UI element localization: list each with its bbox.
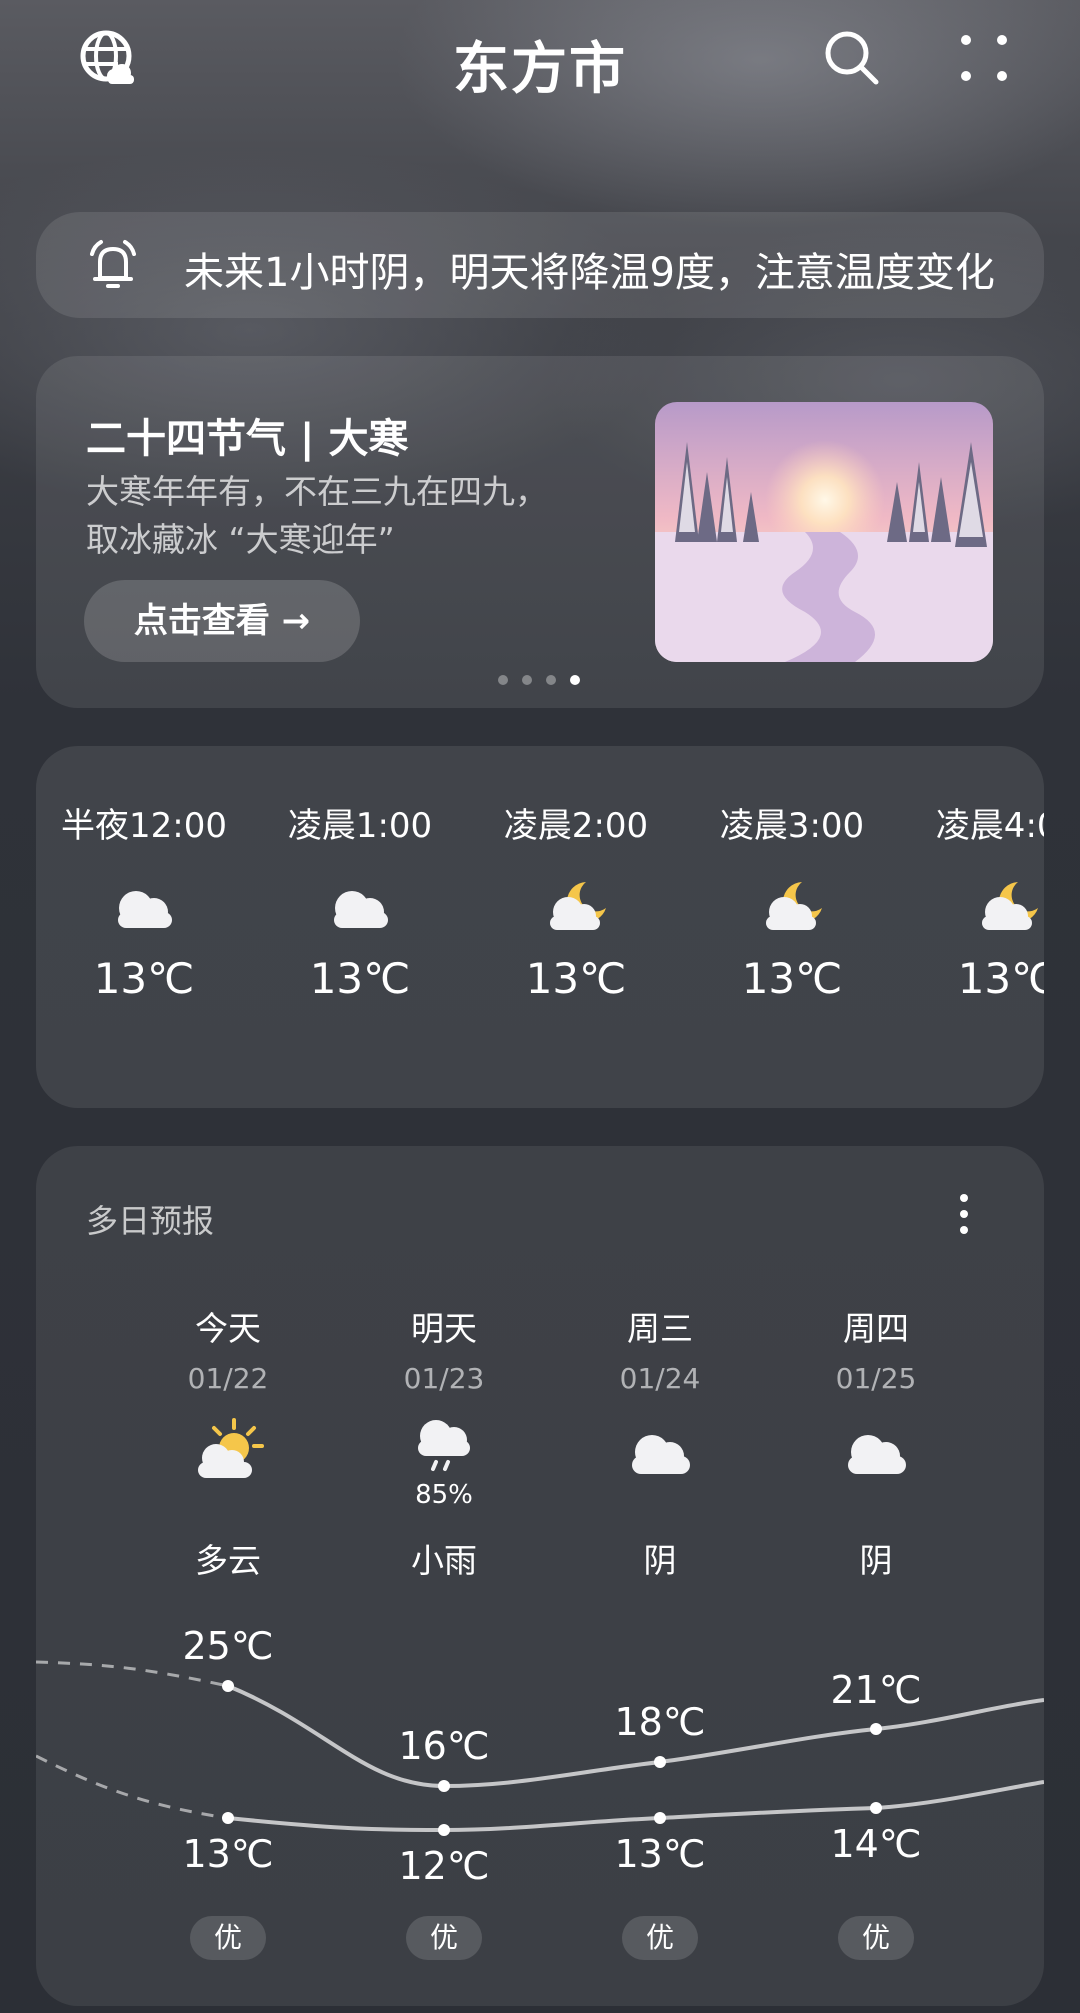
aqi-badge: 优: [838, 1916, 914, 1960]
moon-cloud-icon: [550, 882, 606, 930]
hour-time: 凌晨4:00: [935, 806, 1044, 846]
low-temp-label: 12℃: [398, 1844, 490, 1888]
high-temp-label: 21℃: [830, 1668, 922, 1712]
carousel-dot[interactable]: [498, 675, 508, 685]
high-temp-label: 25℃: [182, 1624, 274, 1668]
view-details-button[interactable]: 点击查看 →: [84, 580, 360, 662]
hour-temp: 13℃: [741, 954, 843, 1003]
temperature-trend-chart: [36, 1660, 1044, 1836]
high-temp-label: 16℃: [398, 1724, 490, 1768]
winter-scene-image[interactable]: [655, 402, 993, 662]
bell-alarm-icon: [90, 240, 136, 288]
hourly-item[interactable]: 凌晨1:00 13℃: [252, 798, 468, 1003]
aqi-badge: 优: [190, 1916, 266, 1960]
hour-time: 凌晨3:00: [719, 806, 865, 846]
globe-cloud-icon[interactable]: [78, 28, 138, 88]
solar-term-line2: 取冰藏冰 “大寒迎年”: [86, 520, 395, 559]
alert-text: 未来1小时阴，明天将降温9度，注意温度变化: [184, 250, 995, 296]
hourly-item[interactable]: 凌晨2:00 13℃: [468, 798, 684, 1003]
hour-temp: 13℃: [525, 954, 627, 1003]
aqi-badge: 优: [622, 1916, 698, 1960]
hourly-item[interactable]: 半夜12:00 13℃: [36, 798, 252, 1003]
more-grid-icon[interactable]: [954, 28, 1014, 88]
cloud-icon: [334, 891, 388, 928]
carousel-dot-active[interactable]: [570, 675, 580, 685]
hourly-forecast-card[interactable]: 半夜12:00 13℃ 凌晨1:00 13℃ 凌晨2:00 13℃ 凌晨3:00…: [36, 746, 1044, 1108]
moon-cloud-icon: [766, 882, 822, 930]
hourly-item[interactable]: 凌晨3:00 13℃: [684, 798, 900, 1003]
low-temp-label: 13℃: [182, 1832, 274, 1876]
aqi-badge: 优: [406, 1916, 482, 1960]
weather-alert-bar[interactable]: 未来1小时阴，明天将降温9度，注意温度变化: [36, 212, 1044, 318]
search-icon[interactable]: [822, 28, 882, 88]
carousel-dot[interactable]: [522, 675, 532, 685]
hour-time: 凌晨1:00: [287, 806, 433, 846]
solar-term-line1: 大寒年年有，不在三九在四九，: [86, 472, 548, 511]
hour-temp: 13℃: [957, 954, 1044, 1003]
low-temp-label: 13℃: [614, 1832, 706, 1876]
hour-time: 凌晨2:00: [503, 806, 649, 846]
hour-time: 半夜12:00: [61, 806, 227, 846]
city-title: 东方市: [453, 37, 627, 102]
hour-temp: 13℃: [93, 954, 195, 1003]
cloud-icon: [118, 891, 172, 928]
solar-term-title: 二十四节气 | 大寒: [86, 416, 409, 462]
solar-term-description: 大寒年年有，不在三九在四九， 取冰藏冰 “大寒迎年”: [86, 468, 626, 564]
multi-day-forecast-card: 多日预报 今天 01/22 明天 01/23 周三 01/24 周四 01/25…: [36, 1146, 1044, 2006]
low-temp-label: 14℃: [830, 1822, 922, 1866]
moon-cloud-icon: [982, 882, 1038, 930]
high-temp-label: 18℃: [614, 1700, 706, 1744]
hourly-item[interactable]: 凌晨4:00 13℃: [900, 798, 1044, 1003]
solar-term-card[interactable]: 二十四节气 | 大寒 大寒年年有，不在三九在四九， 取冰藏冰 “大寒迎年” 点击…: [36, 356, 1044, 708]
hour-temp: 13℃: [309, 954, 411, 1003]
carousel-dot[interactable]: [546, 675, 556, 685]
